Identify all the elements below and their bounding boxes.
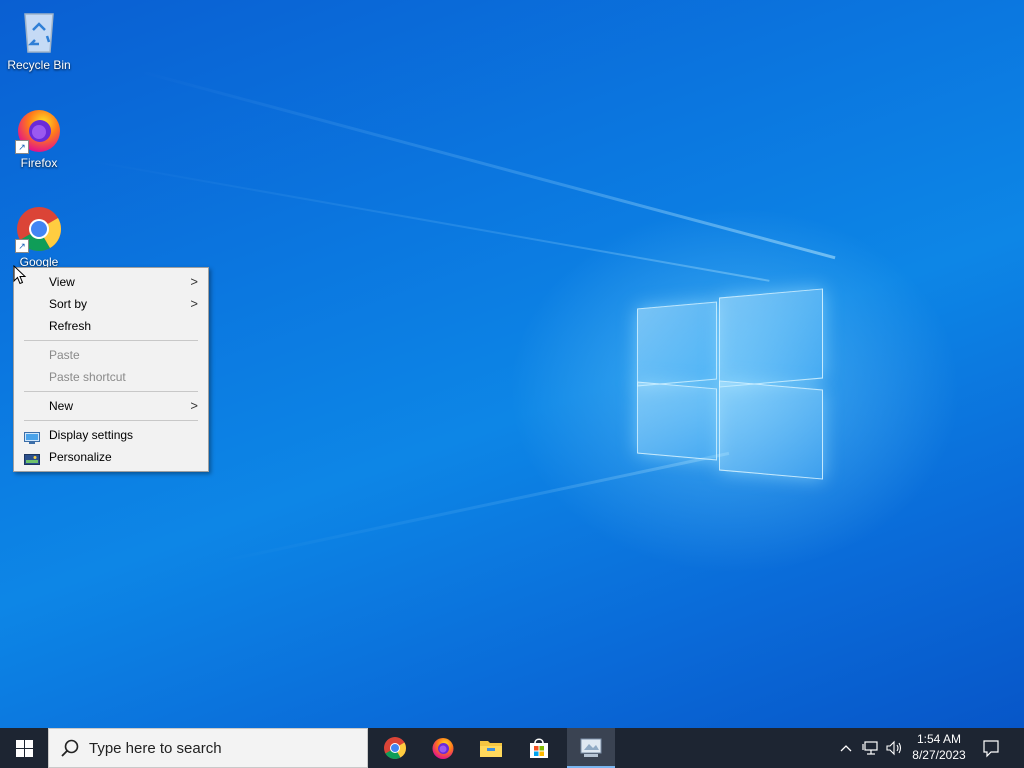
desktop-context-menu: View > Sort by > Refresh Paste Paste sho… [13,267,209,472]
volume-icon[interactable] [885,738,905,763]
windows-start-icon [15,739,33,757]
menu-item-paste: Paste [14,344,208,366]
display-icon [24,429,40,444]
firefox-icon: ↗ [15,106,63,154]
menu-item-paste-shortcut: Paste shortcut [14,366,208,388]
chevron-right-icon: > [190,274,198,289]
menu-item-label: View [49,275,75,289]
store-icon [530,738,548,758]
start-button[interactable] [0,728,48,768]
menu-item-label: Refresh [49,319,92,333]
menu-item-sort-by[interactable]: Sort by > [14,293,208,315]
taskbar-app-button[interactable] [567,728,615,768]
clock-date: 8/27/2023 [912,748,966,762]
menu-item-label: Personalize [49,450,112,464]
menu-item-label: New [49,399,74,413]
clock-time: 1:54 AM [916,732,962,746]
shortcut-arrow-icon: ↗ [15,239,29,253]
chevron-right-icon: > [190,398,198,413]
taskbar: Type here to search 1:54 AM 8/27/2023 [0,728,1024,768]
search-icon [61,739,79,762]
recycle-bin-desktop-icon[interactable]: Recycle Bin [1,8,77,72]
app-icon [580,738,602,757]
firefox-desktop-icon[interactable]: ↗ Firefox [1,106,77,170]
menu-item-label: Paste shortcut [49,370,126,384]
menu-separator [24,420,198,421]
menu-item-display-settings[interactable]: Display settings [14,424,208,446]
mouse-cursor-icon [13,264,27,290]
taskbar-clock[interactable]: 1:54 AM 8/27/2023 [904,731,974,763]
taskbar-file-explorer-button[interactable] [467,728,515,768]
menu-item-refresh[interactable]: Refresh [14,315,208,337]
taskbar-firefox-button[interactable] [419,728,467,768]
google-chrome-desktop-icon[interactable]: ↗ Google [1,205,77,269]
search-placeholder: Type here to search [89,740,222,757]
network-icon[interactable] [862,738,880,763]
menu-separator [24,391,198,392]
chevron-right-icon: > [190,296,198,311]
action-center-icon[interactable] [982,738,1000,763]
recycle-bin-icon [15,8,63,56]
menu-item-new[interactable]: New > [14,395,208,417]
light-ray [220,451,730,563]
menu-item-label: Sort by [49,297,88,311]
menu-item-label: Paste [49,348,80,362]
file-explorer-icon [480,741,502,757]
firefox-label: Firefox [20,156,58,170]
menu-item-view[interactable]: View > [14,271,208,293]
personalize-icon [24,451,40,465]
taskbar-store-button[interactable] [515,728,563,768]
taskbar-search-box[interactable]: Type here to search [48,728,368,768]
chrome-icon: ↗ [15,205,63,253]
chevron-up-icon[interactable] [839,738,853,763]
shortcut-arrow-icon: ↗ [15,140,29,154]
light-ray [89,160,770,282]
chrome-icon [384,737,406,759]
firefox-icon [432,738,454,759]
menu-item-personalize[interactable]: Personalize [14,446,208,468]
menu-item-label: Display settings [49,428,134,442]
recycle-bin-label: Recycle Bin [7,58,71,72]
taskbar-chrome-button[interactable] [371,728,419,768]
menu-separator [24,340,198,341]
